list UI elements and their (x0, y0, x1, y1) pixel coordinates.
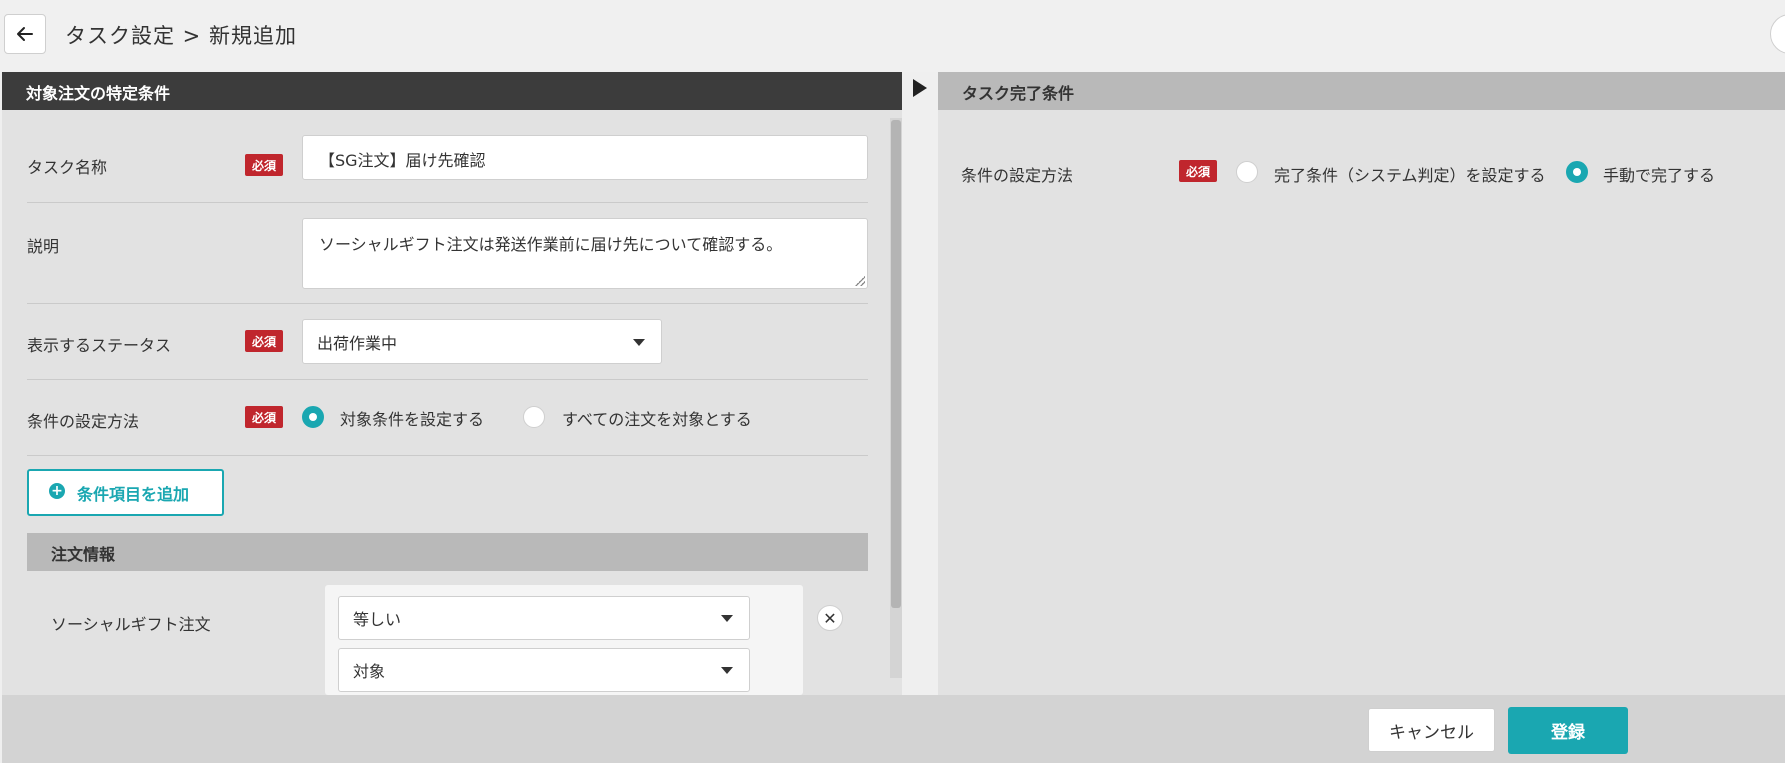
panel-title: タスク完了条件 (938, 72, 1785, 110)
condition-item-label: ソーシャルギフト注文 (51, 615, 211, 634)
description-text: ソーシャルギフト注文は発送作業前に届け先について確認する。 (319, 235, 783, 254)
condition-method-row: 条件の設定方法 必須 対象条件を設定する すべての注文を対象とする (27, 380, 868, 456)
task-name-label: タスク名称 (27, 158, 108, 177)
chevron-down-icon (721, 615, 733, 622)
back-button[interactable] (4, 14, 46, 54)
target-order-conditions-panel: 対象注文の特定条件 タスク名称 必須 【SG注文】届け先確認 説明 ソーシャルギ… (2, 72, 902, 695)
top-bar: タスク設定 > 新規追加 (0, 0, 1785, 72)
user-menu-button[interactable] (1770, 14, 1785, 54)
description-textarea[interactable]: ソーシャルギフト注文は発送作業前に届け先について確認する。 (302, 218, 868, 289)
status-selected-value: 出荷作業中 (317, 333, 398, 353)
submit-button[interactable]: 登録 (1508, 707, 1628, 754)
required-badge: 必須 (1179, 160, 1217, 182)
condition-value-select[interactable]: 対象 (338, 648, 750, 692)
plus-circle-icon: + (49, 482, 65, 499)
radio-all-orders[interactable] (523, 406, 545, 428)
panel-title: 対象注文の特定条件 (2, 72, 902, 110)
add-condition-button[interactable]: + 条件項目を追加 (27, 469, 224, 516)
arrow-left-icon (17, 27, 33, 41)
description-label: 説明 (27, 237, 60, 256)
required-badge: 必須 (245, 154, 283, 176)
task-completion-panel: タスク完了条件 条件の設定方法 必須 完了条件（システム判定）を設定する 手動で… (938, 72, 1785, 695)
status-row: 表示するステータス 必須 出荷作業中 (27, 304, 868, 380)
radio-label[interactable]: 対象条件を設定する (340, 406, 484, 430)
close-icon: ✕ (823, 608, 837, 628)
condition-method-label: 条件の設定方法 (27, 412, 140, 431)
completion-method-label: 条件の設定方法 (961, 166, 1074, 185)
remove-condition-button[interactable]: ✕ (817, 605, 843, 631)
operator-select[interactable]: 等しい (338, 596, 750, 640)
order-info-section-header: 注文情報 (27, 533, 868, 571)
operator-selected-value: 等しい (353, 610, 402, 629)
chevron-down-icon (721, 667, 733, 674)
radio-system-judgement[interactable] (1236, 161, 1258, 183)
scrollbar-thumb[interactable] (891, 120, 901, 608)
radio-label[interactable]: 手動で完了する (1603, 162, 1715, 186)
radio-label[interactable]: すべての注文を対象とする (562, 406, 752, 430)
page-title: タスク設定 > 新規追加 (65, 24, 297, 48)
cancel-button[interactable]: キャンセル (1368, 708, 1495, 752)
status-select[interactable]: 出荷作業中 (302, 319, 662, 364)
radio-manual-complete[interactable] (1566, 161, 1588, 183)
triangle-right-icon (913, 79, 927, 97)
add-condition-label: 条件項目を追加 (77, 484, 190, 504)
resize-grip-icon[interactable] (855, 276, 865, 286)
task-name-input[interactable]: 【SG注文】届け先確認 (302, 135, 868, 180)
chevron-down-icon (633, 338, 645, 346)
task-name-row: タスク名称 必須 【SG注文】届け先確認 (27, 118, 868, 203)
radio-set-target-conditions[interactable] (302, 406, 324, 428)
condition-selected-value: 対象 (353, 662, 386, 681)
radio-label[interactable]: 完了条件（システム判定）を設定する (1274, 162, 1546, 186)
description-row: 説明 ソーシャルギフト注文は発送作業前に届け先について確認する。 (27, 203, 868, 304)
status-label: 表示するステータス (27, 336, 172, 355)
required-badge: 必須 (245, 330, 283, 352)
condition-item-box: 等しい 対象 (325, 585, 803, 695)
required-badge: 必須 (245, 406, 283, 428)
